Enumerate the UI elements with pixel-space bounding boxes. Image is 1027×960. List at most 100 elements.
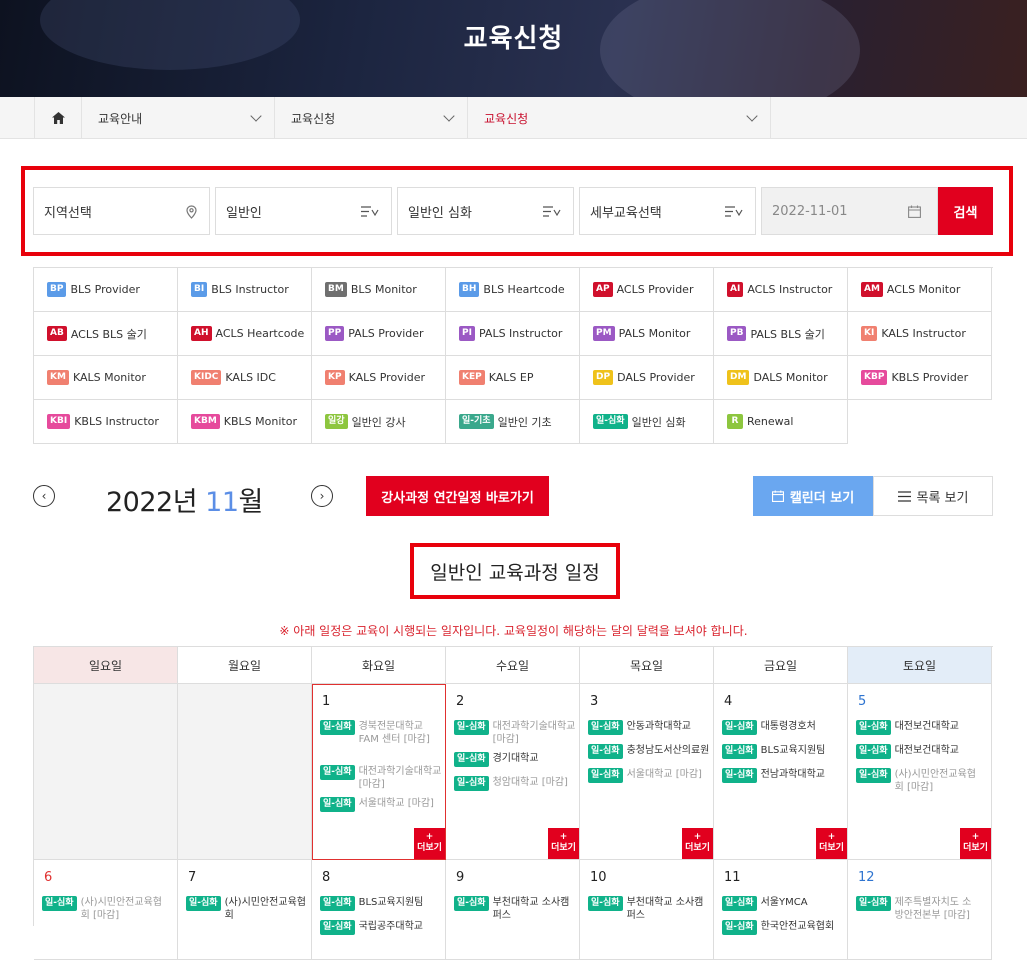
course-event[interactable]: 일-심화 부천대학교 소사캠퍼스 [588, 896, 710, 922]
course-event[interactable]: 일-심화 전남과학대학교 [722, 768, 844, 783]
course-event[interactable]: 일-심화 대전보건대학교 [856, 744, 978, 759]
course-event[interactable]: 일-심화 서울YMCA [722, 896, 844, 911]
legend-badge: 일강 [325, 414, 348, 429]
calendar-day-7[interactable]: 7 일-심화 (사)시민안전교육협회 [178, 860, 312, 960]
calendar-icon [771, 490, 784, 502]
page-title: 교육신청 [463, 24, 564, 54]
legend-item-PM: PM PALS Monitor [580, 312, 714, 356]
more-button[interactable]: + 더보기 [816, 828, 847, 859]
course-event[interactable]: 일-심화 경기대학교 [454, 752, 576, 767]
calendar-day-12[interactable]: 12 일-심화 제주특별자치도 소방안전본부 [마감] [848, 860, 992, 960]
list-view-button[interactable]: 목록 보기 [873, 476, 993, 516]
legend-badge: DM [727, 370, 750, 385]
annual-schedule-button[interactable]: 강사과정 연간일정 바로가기 [366, 476, 549, 516]
calendar-day-4[interactable]: 4 일-심화 대통령경호처일-심화 BLS교육지원팀일-심화 전남과학대학교 + 더보기 [714, 684, 848, 860]
legend-label: 일반인 심화 [631, 415, 686, 429]
course-event[interactable]: 일-심화 대전보건대학교 [856, 720, 978, 735]
course-event[interactable]: 일-심화 제주특별자치도 소방안전본부 [마감] [856, 896, 978, 922]
legend-label: BLS Provider [70, 283, 140, 296]
calendar-day-11[interactable]: 11 일-심화 서울YMCA 일-심화 한국안전교육협회 [714, 860, 848, 960]
day-number: 10 [590, 870, 607, 885]
breadcrumb-dropdown-1[interactable]: 교육안내 [82, 97, 275, 139]
legend-label: DALS Monitor [753, 371, 828, 384]
legend-item-BH: BH BLS Heartcode [446, 268, 580, 312]
home-button[interactable] [34, 97, 82, 139]
calendar-day-2[interactable]: 2 일-심화 대전과학기술대학교 [마감] 일-심화 경기대학교 일-심화 청암대학교 [마… [446, 684, 580, 860]
target-select[interactable]: 일반인 [215, 187, 392, 235]
more-label: 더보기 [417, 843, 442, 853]
course-event[interactable]: 일-심화 BLS교육지원팀 [722, 744, 844, 759]
search-button[interactable]: 검색 [938, 187, 993, 235]
calendar-view-label: 캘린더 보기 [789, 490, 855, 506]
calendar-day-10[interactable]: 10 일-심화 부천대학교 소사캠퍼스 [580, 860, 714, 960]
course-event[interactable]: 일-심화 서울대학교 [마감] [588, 768, 710, 783]
course-badge: 일-심화 [320, 896, 355, 911]
more-button[interactable]: + 더보기 [414, 828, 445, 859]
weekday-header: 수요일 [446, 647, 580, 684]
legend-badge: DP [593, 370, 614, 385]
course-event[interactable]: 일-심화 대전과학기술대학교 [마감] [454, 720, 576, 746]
legend-item-AP: AP ACLS Provider [580, 268, 714, 312]
course-event[interactable]: 일-심화 대전과학기술대학교 [마감] [320, 765, 442, 791]
legend-label: KALS Monitor [72, 371, 146, 384]
course-location: (사)시민안전교육협회 [224, 897, 306, 921]
detail-select[interactable]: 세부교육선택 [579, 187, 756, 235]
course-location: (사)시민안전교육협회 [마감] [894, 769, 976, 793]
calendar-view-button[interactable]: 캘린더 보기 [753, 476, 873, 516]
course-badge: 일-심화 [186, 896, 221, 911]
breadcrumb-dropdown-3[interactable]: 교육신청 [468, 97, 771, 139]
region-select[interactable]: 지역선택 [33, 187, 210, 235]
course-badge: 일-심화 [722, 720, 757, 735]
calendar-day-3[interactable]: 3 일-심화 안동과학대학교일-심화 충청남도서산의료원일-심화 서울대학교 [마감] +… [580, 684, 714, 860]
day-number: 4 [724, 694, 733, 709]
course-event[interactable]: 일-심화 부천대학교 소사캠퍼스 [454, 896, 576, 922]
calendar-day-8[interactable]: 8 일-심화 BLS교육지원팀 일-심화 국립공주대학교 [312, 860, 446, 960]
course-event[interactable]: 일-심화 대통령경호처 [722, 720, 844, 735]
course-event[interactable]: 일-심화 충청남도서산의료원 [588, 744, 710, 759]
date-value: 2022-11-01 [772, 203, 848, 219]
course-event[interactable]: 일-심화 국립공주대학교 [320, 920, 442, 935]
more-button[interactable]: + 더보기 [960, 828, 991, 859]
course-location: 대전과학기술대학교 [마감] [492, 721, 576, 745]
month-title: 2022년 11월 [106, 480, 263, 519]
course-event[interactable]: 일-심화 BLS교육지원팀 [320, 896, 442, 911]
weekday-header: 화요일 [312, 647, 446, 684]
course-badge: 일-심화 [856, 768, 891, 783]
calendar-day-9[interactable]: 9 일-심화 부천대학교 소사캠퍼스 [446, 860, 580, 960]
course-event[interactable]: 일-심화 (사)시민안전교육협회 [마감] [856, 768, 978, 794]
legend-label: BLS Heartcode [483, 283, 565, 296]
course-event[interactable]: 일-심화 안동과학대학교 [588, 720, 710, 735]
hero-banner: 교육신청 [0, 0, 1027, 97]
legend-item-AI: AI ACLS Instructor [714, 268, 848, 312]
calendar-day-1[interactable]: 1 일-심화 경북전문대학교 FAM 센터 [마감] 일-심화 대전과학기술대학교 [마… [312, 684, 446, 860]
course-select[interactable]: 일반인 심화 [397, 187, 574, 235]
course-location: 부천대학교 소사캠퍼스 [492, 897, 570, 921]
legend-badge: PB [727, 326, 747, 341]
course-badge: 일-심화 [856, 896, 891, 911]
day-number: 3 [590, 694, 599, 709]
course-event[interactable]: 일-심화 한국안전교육협회 [722, 920, 844, 935]
next-month-button[interactable]: › [311, 485, 333, 507]
calendar-day-6[interactable]: 6 일-심화 (사)시민안전교육협회 [마감] [34, 860, 178, 960]
course-location: 부천대학교 소사캠퍼스 [626, 897, 704, 921]
more-button[interactable]: + 더보기 [682, 828, 713, 859]
course-event[interactable]: 일-심화 청암대학교 [마감] [454, 776, 576, 791]
date-input[interactable]: 2022-11-01 [761, 187, 938, 235]
month-suffix: 월 [238, 487, 264, 518]
calendar-day-empty [34, 684, 178, 860]
course-badge: 일-심화 [320, 720, 355, 735]
course-event[interactable]: 일-심화 (사)시민안전교육협회 [마감] [42, 896, 164, 922]
course-select-label: 일반인 심화 [408, 205, 472, 221]
legend-badge: AH [191, 326, 212, 341]
legend-item-KM: KM KALS Monitor [34, 356, 178, 400]
legend-label: ACLS Provider [616, 283, 694, 296]
breadcrumb-dropdown-2[interactable]: 교육신청 [275, 97, 468, 139]
course-event[interactable]: 일-심화 서울대학교 [마감] [320, 797, 442, 812]
course-event[interactable]: 일-심화 경북전문대학교 FAM 센터 [마감] [320, 720, 442, 746]
course-location: 국립공주대학교 [358, 921, 423, 932]
course-location: 경기대학교 [492, 753, 539, 764]
course-event[interactable]: 일-심화 (사)시민안전교육협회 [186, 896, 308, 922]
calendar-day-5[interactable]: 5 일-심화 대전보건대학교 일-심화 대전보건대학교 일-심화 (사)시민안전교육협회 [… [848, 684, 992, 860]
more-button[interactable]: + 더보기 [548, 828, 579, 859]
prev-month-button[interactable]: ‹ [33, 485, 55, 507]
